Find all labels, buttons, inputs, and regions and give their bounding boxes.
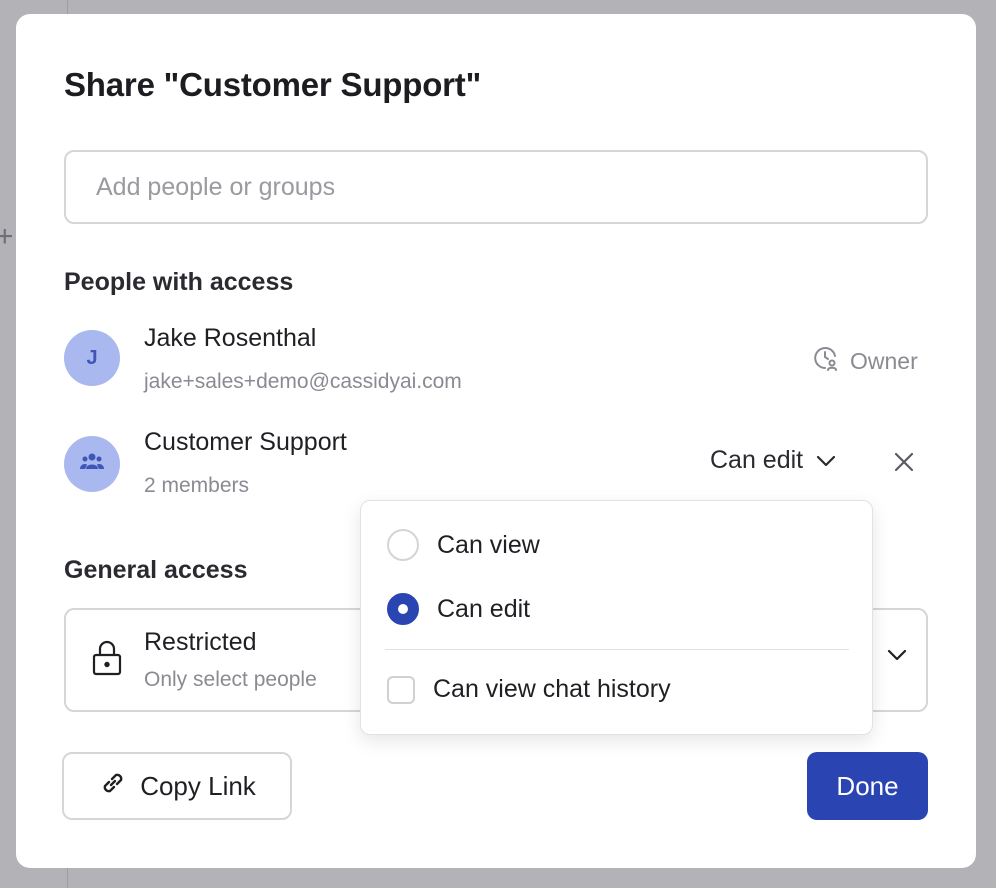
- clock-user-icon: [812, 344, 840, 378]
- dialog-title: Share "Customer Support": [64, 66, 482, 103]
- share-dialog: Share "Customer Support" People with acc…: [16, 14, 976, 868]
- lock-icon: [90, 638, 124, 683]
- role-menu: Can view Can edit Can view chat history: [360, 500, 873, 735]
- group-member-count: 2 members: [144, 474, 250, 497]
- background-plus-icon: +: [0, 220, 14, 253]
- group-name: Customer Support: [144, 428, 347, 456]
- option-can-view-chat-history[interactable]: Can view chat history: [387, 675, 671, 704]
- option-label: Can view: [437, 530, 540, 559]
- chevron-down-icon: [815, 446, 837, 475]
- general-access-heading: General access: [64, 556, 248, 584]
- people-with-access-heading: People with access: [64, 268, 294, 296]
- radio-button-selected[interactable]: [387, 593, 419, 625]
- person-name: Jake Rosenthal: [144, 324, 317, 352]
- person-email: jake+sales+demo@cassidyai.com: [144, 370, 462, 393]
- owner-badge: Owner: [812, 344, 918, 378]
- role-dropdown-button[interactable]: Can edit: [710, 446, 837, 475]
- chevron-down-icon: [886, 648, 908, 667]
- close-icon: [893, 451, 915, 478]
- option-can-view[interactable]: Can view: [387, 529, 540, 561]
- owner-label: Owner: [850, 347, 918, 374]
- option-label: Can edit: [437, 594, 531, 623]
- avatar: J: [64, 330, 120, 386]
- option-can-edit[interactable]: Can edit: [387, 593, 530, 625]
- copy-link-button[interactable]: Copy Link: [62, 752, 292, 820]
- general-access-subtitle: Only select people: [144, 668, 317, 691]
- role-label: Can edit: [710, 446, 804, 474]
- option-label: Can view chat history: [433, 675, 671, 703]
- menu-divider: [385, 649, 849, 650]
- group-icon: [80, 451, 104, 477]
- add-people-input[interactable]: [64, 150, 928, 224]
- remove-access-button[interactable]: [890, 450, 918, 478]
- link-icon: [98, 768, 128, 805]
- copy-link-label: Copy Link: [140, 770, 256, 801]
- general-access-title: Restricted: [144, 628, 257, 656]
- group-avatar: [64, 436, 120, 492]
- checkbox[interactable]: [387, 675, 415, 704]
- radio-button[interactable]: [387, 529, 419, 561]
- done-button[interactable]: Done: [807, 752, 928, 820]
